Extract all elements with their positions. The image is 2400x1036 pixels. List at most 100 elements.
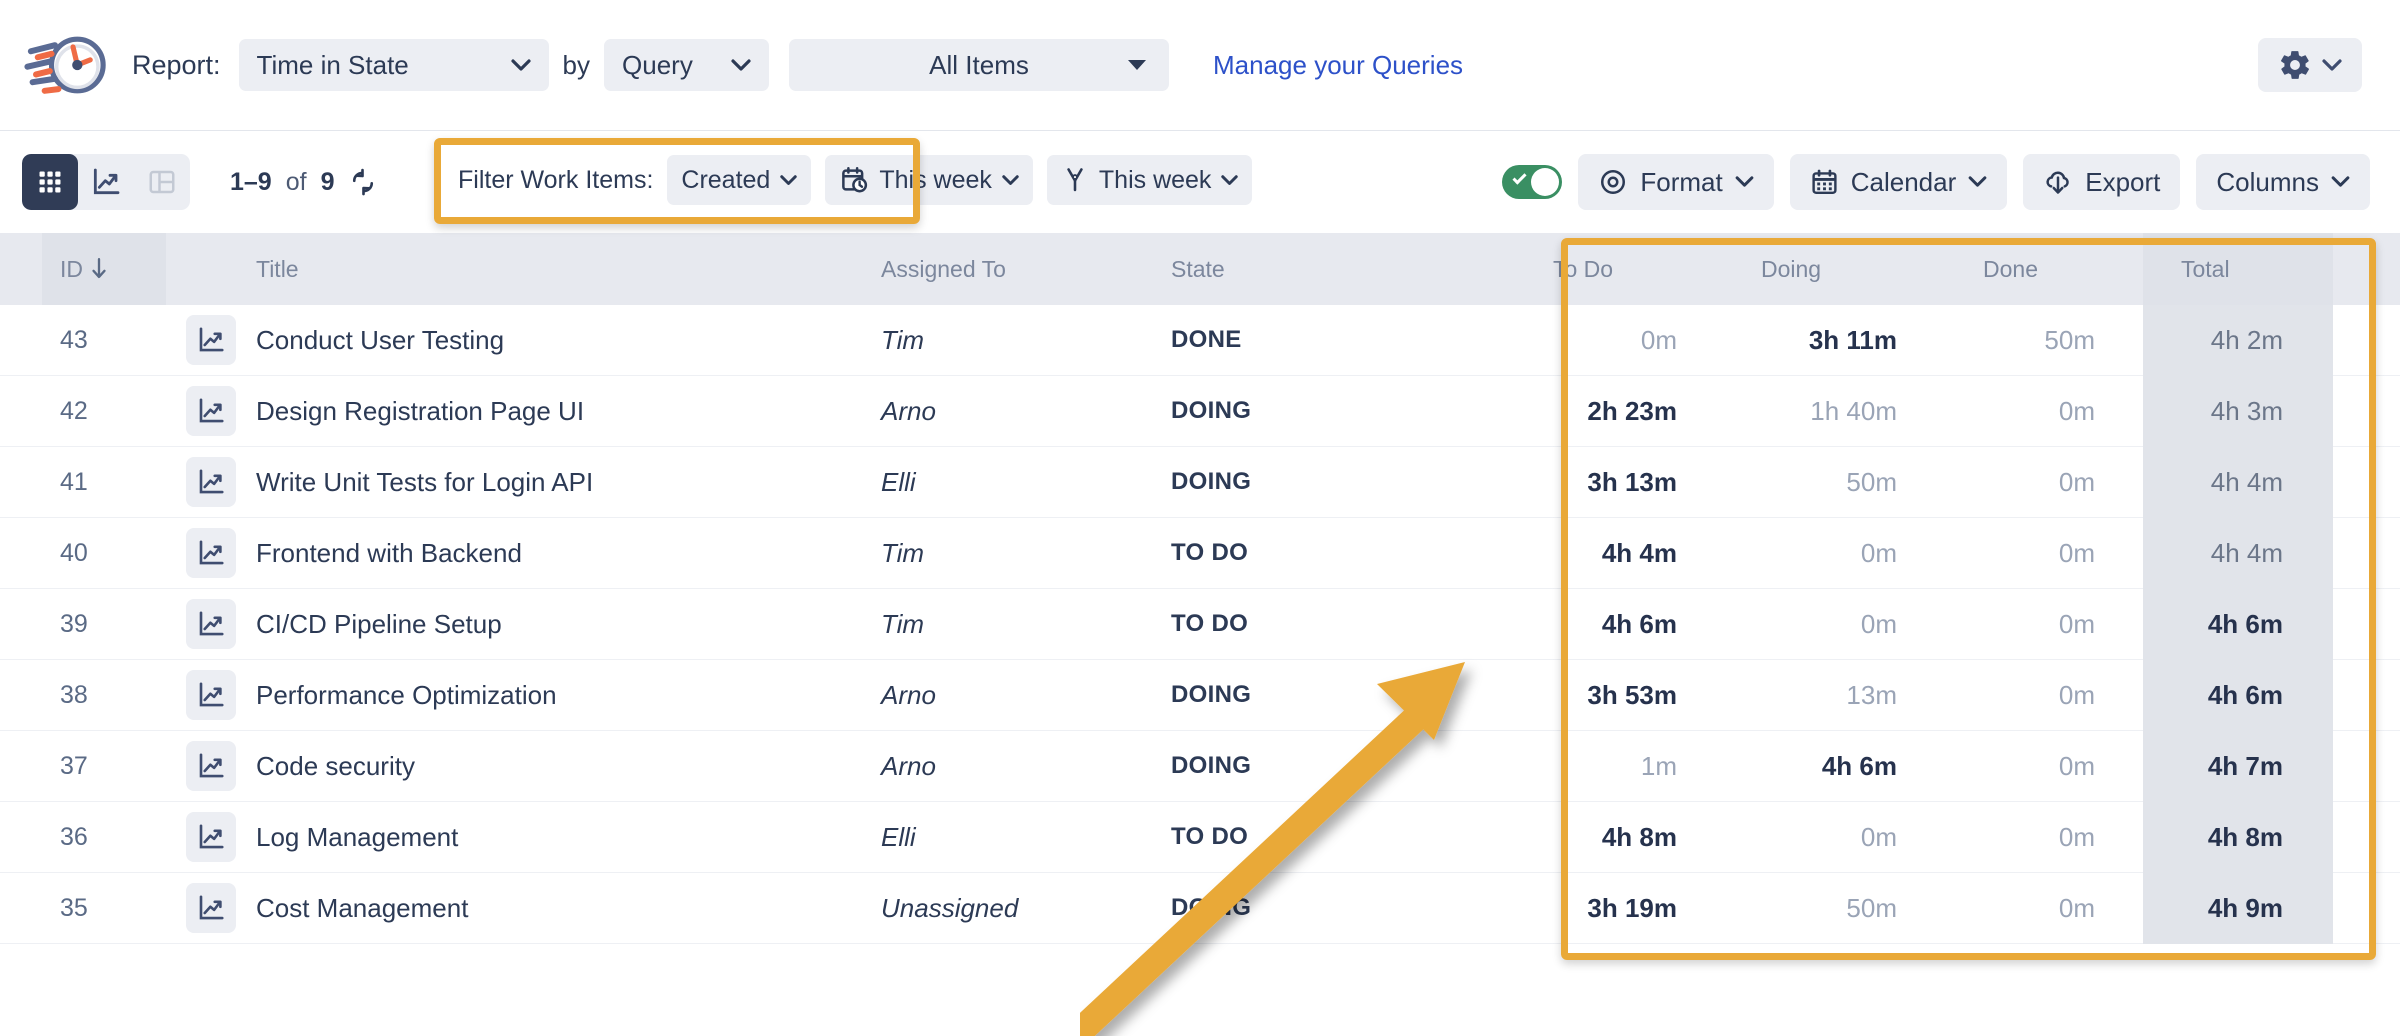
grid-view-button[interactable] bbox=[22, 154, 78, 210]
display-toggle[interactable] bbox=[1502, 165, 1562, 199]
column-header-assigned-to[interactable]: Assigned To bbox=[881, 233, 1171, 305]
top-header-bar: Report: Time in State by Query All Items… bbox=[0, 0, 2400, 131]
row-assigned-to: Tim bbox=[881, 609, 924, 640]
row-assigned-to-cell: Tim bbox=[881, 518, 1171, 589]
table-row[interactable]: 36Log ManagementElliTO DO4h 8m0m0m4h 8m bbox=[0, 802, 2400, 873]
row-assigned-to-cell: Tim bbox=[881, 589, 1171, 660]
row-chart-cell bbox=[166, 660, 256, 731]
column-header-doing[interactable]: Doing bbox=[1739, 233, 1957, 305]
row-chart-button[interactable] bbox=[186, 599, 236, 649]
group-by-value: Query bbox=[622, 50, 715, 81]
row-todo-cell: 3h 19m bbox=[1519, 873, 1739, 944]
row-title-cell[interactable]: Cost Management bbox=[256, 873, 881, 944]
row-state-cell: DOING bbox=[1171, 447, 1519, 518]
row-type-icon-cell bbox=[0, 589, 42, 660]
report-page: Report: Time in State by Query All Items… bbox=[0, 0, 2400, 1036]
row-state: DONE bbox=[1171, 326, 1242, 354]
row-chart-button[interactable] bbox=[186, 457, 236, 507]
column-header-state[interactable]: State bbox=[1171, 233, 1519, 305]
row-chart-button[interactable] bbox=[186, 315, 236, 365]
row-chart-button[interactable] bbox=[186, 883, 236, 933]
group-by-select[interactable]: Query bbox=[604, 39, 769, 91]
table-row[interactable]: 39CI/CD Pipeline SetupTimTO DO4h 6m0m0m4… bbox=[0, 589, 2400, 660]
query-select[interactable]: All Items bbox=[789, 39, 1169, 91]
row-id: 39 bbox=[60, 610, 88, 639]
filter-branch-select[interactable]: This week bbox=[1047, 155, 1253, 205]
row-assigned-to: Arno bbox=[881, 680, 936, 711]
row-total-cell: 4h 6m bbox=[2143, 589, 2333, 660]
row-doing-cell: 50m bbox=[1739, 447, 1957, 518]
row-total-cell: 4h 6m bbox=[2143, 660, 2333, 731]
row-chart-cell bbox=[166, 376, 256, 447]
row-title-cell[interactable]: Code security bbox=[256, 731, 881, 802]
toolbar-right-group: Format Calendar bbox=[1502, 131, 2370, 233]
row-chart-button[interactable] bbox=[186, 812, 236, 862]
filter-date-range-select[interactable]: This week bbox=[825, 155, 1033, 205]
column-header-total[interactable]: Total bbox=[2143, 233, 2333, 305]
export-button[interactable]: Export bbox=[2023, 154, 2180, 210]
row-state-cell: TO DO bbox=[1171, 802, 1519, 873]
refresh-icon[interactable] bbox=[348, 167, 378, 197]
row-state: DOING bbox=[1171, 752, 1251, 780]
row-title-cell[interactable]: Frontend with Backend bbox=[256, 518, 881, 589]
row-doing-cell: 50m bbox=[1739, 873, 1957, 944]
table-header-row: T ID Title Assigned To State To Do Doing… bbox=[0, 233, 2400, 305]
row-todo-value: 0m bbox=[1641, 325, 1677, 356]
manage-queries-link[interactable]: Manage your Queries bbox=[1213, 50, 1463, 81]
chevron-down-icon bbox=[780, 175, 797, 186]
row-state-cell: DOING bbox=[1171, 873, 1519, 944]
column-header-type[interactable]: T bbox=[0, 233, 42, 305]
row-id-cell: 38 bbox=[42, 660, 166, 731]
columns-button[interactable]: Columns bbox=[2196, 154, 2370, 210]
table-row[interactable]: 40Frontend with BackendTimTO DO4h 4m0m0m… bbox=[0, 518, 2400, 589]
format-button[interactable]: Format bbox=[1578, 154, 1773, 210]
settings-button[interactable] bbox=[2258, 38, 2362, 92]
board-view-button[interactable] bbox=[134, 154, 190, 210]
row-done-cell: 0m bbox=[1957, 518, 2143, 589]
column-header-done[interactable]: Done bbox=[1957, 233, 2143, 305]
row-type-icon-cell bbox=[0, 873, 42, 944]
row-title-cell[interactable]: Design Registration Page UI bbox=[256, 376, 881, 447]
row-chart-button[interactable] bbox=[186, 670, 236, 720]
row-total-cell: 4h 4m bbox=[2143, 518, 2333, 589]
row-title-cell[interactable]: Log Management bbox=[256, 802, 881, 873]
table-row[interactable]: 43Conduct User TestingTimDONE0m3h 11m50m… bbox=[0, 305, 2400, 376]
table-row[interactable]: 38Performance OptimizationArnoDOING3h 53… bbox=[0, 660, 2400, 731]
row-done-value: 50m bbox=[2044, 325, 2095, 356]
row-chart-button[interactable] bbox=[186, 741, 236, 791]
row-todo-value: 3h 13m bbox=[1587, 467, 1677, 498]
table-row[interactable]: 37Code securityArnoDOING1m4h 6m0m4h 7m bbox=[0, 731, 2400, 802]
row-done-cell: 0m bbox=[1957, 731, 2143, 802]
table-row[interactable]: 42Design Registration Page UIArnoDOING2h… bbox=[0, 376, 2400, 447]
row-doing-value: 4h 6m bbox=[1822, 751, 1897, 782]
row-doing-value: 0m bbox=[1861, 822, 1897, 853]
row-chart-button[interactable] bbox=[186, 528, 236, 578]
toggle-knob bbox=[1531, 168, 1559, 196]
chart-view-button[interactable] bbox=[78, 154, 134, 210]
row-chart-cell bbox=[166, 447, 256, 518]
pagination-info: 1–9 of 9 bbox=[230, 167, 378, 197]
row-doing-value: 0m bbox=[1861, 538, 1897, 569]
row-title-cell[interactable]: Write Unit Tests for Login API bbox=[256, 447, 881, 518]
row-title-cell[interactable]: Performance Optimization bbox=[256, 660, 881, 731]
row-done-cell: 0m bbox=[1957, 873, 2143, 944]
row-title-cell[interactable]: Conduct User Testing bbox=[256, 305, 881, 376]
view-mode-group bbox=[22, 154, 190, 210]
row-assigned-to: Arno bbox=[881, 396, 936, 427]
row-todo-value: 4h 8m bbox=[1602, 822, 1677, 853]
report-type-select[interactable]: Time in State bbox=[239, 39, 549, 91]
column-header-todo[interactable]: To Do bbox=[1519, 233, 1739, 305]
table-row[interactable]: 41Write Unit Tests for Login APIElliDOIN… bbox=[0, 447, 2400, 518]
row-todo-value: 3h 53m bbox=[1587, 680, 1677, 711]
line-chart-icon bbox=[196, 751, 226, 781]
filter-field-select[interactable]: Created bbox=[667, 155, 811, 205]
column-header-id[interactable]: ID bbox=[42, 233, 166, 305]
calendar-clock-icon bbox=[839, 165, 869, 195]
columns-label: Columns bbox=[2216, 167, 2319, 198]
table-row[interactable]: 35Cost ManagementUnassignedDOING3h 19m50… bbox=[0, 873, 2400, 944]
column-header-title[interactable]: Title bbox=[256, 233, 881, 305]
row-chart-button[interactable] bbox=[186, 386, 236, 436]
row-chart-cell bbox=[166, 873, 256, 944]
row-title-cell[interactable]: CI/CD Pipeline Setup bbox=[256, 589, 881, 660]
calendar-button[interactable]: Calendar bbox=[1790, 154, 2008, 210]
